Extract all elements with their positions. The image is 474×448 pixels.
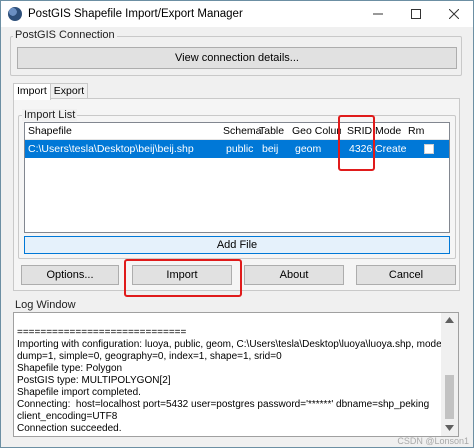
window-title: PostGIS Shapefile Import/Export Manager [28,8,243,20]
window-controls [359,1,473,27]
log-window-title: Log Window [13,299,78,311]
connection-group-title: PostGIS Connection [13,29,117,41]
column-header-rm[interactable]: Rm [408,125,424,137]
scroll-up-arrow-icon [445,317,454,323]
log-line: dump=1, simple=0, geography=0, index=1, … [17,351,282,362]
import-list-group-title: Import List [22,109,78,121]
log-scrollbar[interactable] [441,313,458,436]
postgis-elephant-icon [8,7,22,21]
cell-shapefile: C:\Users\tesla\Desktop\beij\beij.shp [28,143,194,155]
cell-mode[interactable]: Create [375,143,407,155]
log-line: Shapefile type: Polygon [17,363,123,374]
column-header-mode[interactable]: Mode [375,125,401,137]
log-line: Connecting: host=localhost port=5432 use… [17,399,430,410]
scrollbar-thumb[interactable] [445,375,454,419]
tab-export[interactable]: Export [49,83,89,99]
watermark: CSDN @Lonson1 [397,436,469,446]
log-line: Importing with configuration: luoya, pub… [17,339,456,350]
log-text-area[interactable]: ============================= Importing w… [13,312,459,437]
cell-schema: public [226,143,254,155]
column-header-table[interactable]: Table [259,125,284,137]
close-button[interactable] [435,1,473,27]
view-connection-details-button[interactable]: View connection details... [17,47,457,69]
import-list-view[interactable]: Shapefile Schema Table Geo Column SRID M… [24,122,450,233]
rm-checkbox[interactable] [424,144,434,154]
log-line: client_encoding=UTF8 [17,411,118,422]
title-bar[interactable]: PostGIS Shapefile Import/Export Manager [1,1,473,27]
tab-bar: Import Export [13,83,89,100]
minimize-icon [373,13,383,15]
about-button[interactable]: About [244,265,344,285]
minimize-button[interactable] [359,1,397,27]
scroll-down-arrow-icon [445,425,454,431]
cell-geo-column: geom [295,143,322,155]
table-row[interactable]: C:\Users\tesla\Desktop\beij\beij.shp pub… [25,140,449,158]
cell-table: beij [262,143,279,155]
app-window: PostGIS Shapefile Import/Export Manager … [0,0,474,448]
column-header-shapefile[interactable]: Shapefile [28,125,72,137]
maximize-icon [411,9,421,19]
tab-import[interactable]: Import [13,83,51,100]
log-lines: ============================= Importing w… [14,313,458,435]
cancel-button[interactable]: Cancel [356,265,456,285]
log-line: ============================= [17,327,187,338]
close-icon [449,9,459,19]
column-header-schema[interactable]: Schema [223,125,262,137]
options-button[interactable]: Options... [21,265,119,285]
srid-highlight-box [338,115,375,171]
add-file-button[interactable]: Add File [24,236,450,254]
log-line: PostGIS type: MULTIPOLYGON[2] [17,375,171,386]
list-header: Shapefile Schema Table Geo Column SRID M… [25,123,449,140]
column-header-geo-column[interactable]: Geo Column [292,125,341,137]
log-line: Connection succeeded. [17,423,122,434]
maximize-button[interactable] [397,1,435,27]
log-line: Shapefile import completed. [17,387,141,398]
import-highlight-box [124,259,242,297]
